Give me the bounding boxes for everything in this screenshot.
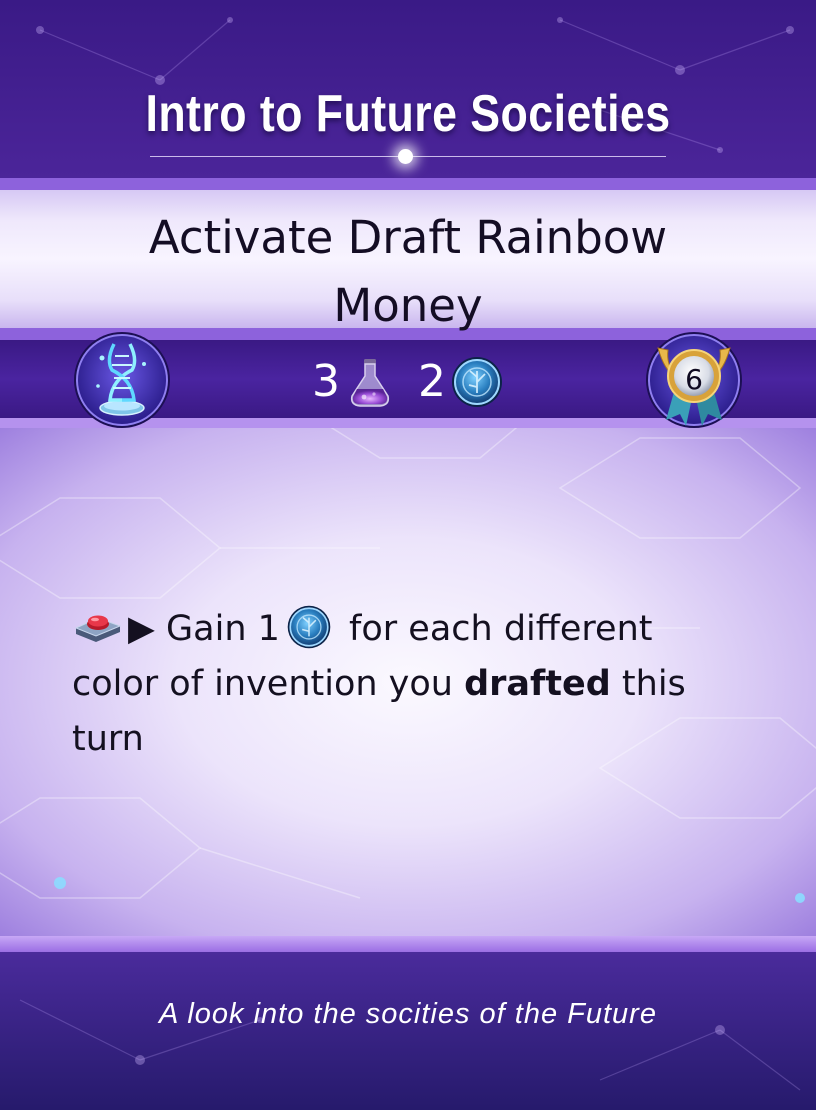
bottom-divider-band xyxy=(0,936,816,952)
title-glow-dot xyxy=(398,149,413,164)
card-name: Activate Draft Rainbow Money xyxy=(0,204,816,340)
flavor-text: A look into the socities of the Future xyxy=(159,998,657,1030)
card-cost: 3 2 xyxy=(280,354,536,410)
flask-cost-value: 3 xyxy=(312,356,340,407)
victory-points-value: 6 xyxy=(685,363,703,396)
card-name-bar: Activate Draft Rainbow Money xyxy=(0,178,816,340)
ability-arrow: ▶ xyxy=(128,609,155,649)
circuit-coin-icon xyxy=(452,357,502,407)
coin-cost-value: 2 xyxy=(418,356,446,407)
circuit-coin-icon xyxy=(287,605,331,649)
ability-text-part-1: Gain 1 xyxy=(154,609,280,649)
card-name-line-1: Activate Draft Rainbow xyxy=(148,211,668,264)
ability-text: ▶ Gain 1 for each different color of inv… xyxy=(72,602,712,767)
flask-icon xyxy=(350,359,390,407)
red-button-icon xyxy=(74,615,122,642)
ability-keyword-drafted: drafted xyxy=(464,664,611,704)
game-card[interactable]: Intro to Future Societies Activate Draft… xyxy=(0,0,816,1110)
card-title: Intro to Future Societies xyxy=(145,85,671,143)
dna-hologram-icon xyxy=(74,332,170,428)
